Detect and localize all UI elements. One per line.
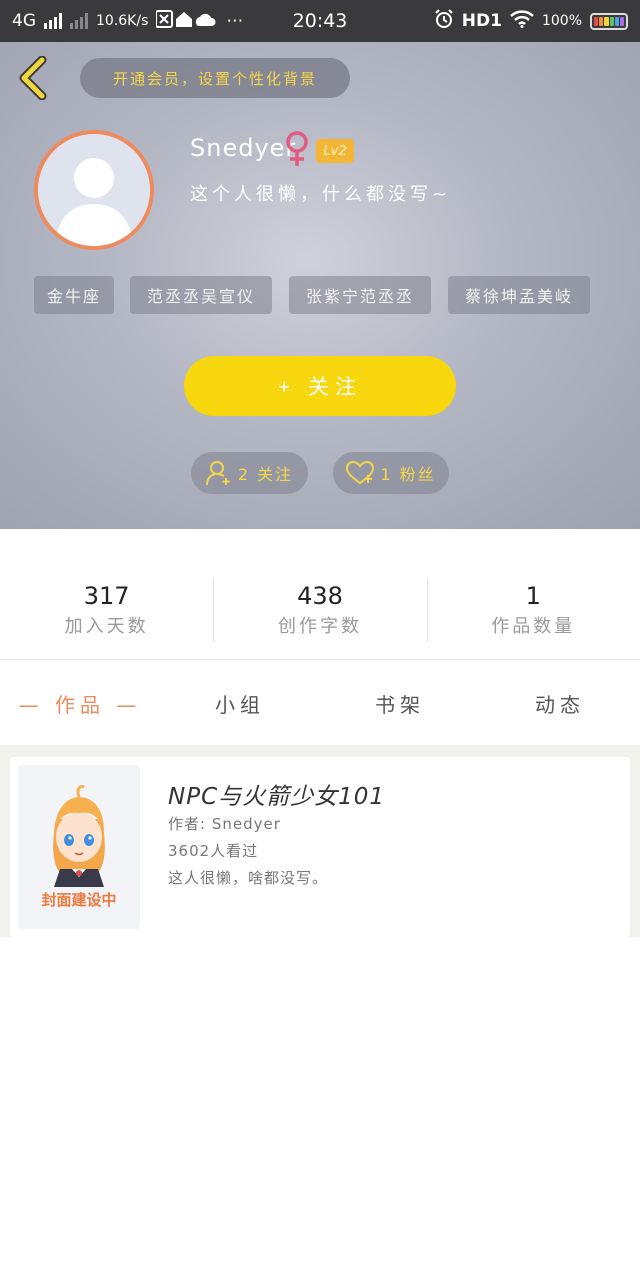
default-avatar-icon [38,134,150,246]
heart-icon [346,461,375,485]
stat-join-days: 317 加入天数 [0,560,213,659]
follow-button[interactable]: + 关注 [184,356,456,416]
chevron-left-icon [19,55,47,101]
avatar[interactable] [34,130,154,250]
works-list: 封面建设中 NPC与火箭少女101 作者: Snedyer 3602人看过 这人… [0,745,640,1280]
stat-works-count: 1 作品数量 [426,560,640,659]
cover-placeholder-illustration [53,785,105,887]
book-description: 这人很懒，啥都没写。 [168,869,329,887]
stat-value: 1 [525,582,541,610]
vip-banner-button[interactable]: 开通会员，设置个性化背景 [80,58,350,98]
battery-icon [590,12,628,30]
signal-icon [44,13,62,29]
stat-label: 创作字数 [277,616,362,637]
tag-chip[interactable]: 范丞丞吴宣仪 [130,276,272,314]
book-cover: 封面建设中 [18,765,140,929]
profile-tabs: — 作品 — 小组 书架 动态 [0,661,640,745]
stat-label: 加入天数 [64,616,149,637]
network-speed: 10.6K/s [96,13,149,29]
stats-row: 317 加入天数 438 创作字数 1 作品数量 [0,560,640,660]
status-bar: 4G 10.6K/s ⋯ 20:43 HD1 100% [0,0,640,42]
tag-chip[interactable]: 张紫宁范丞丞 [289,276,431,314]
wifi-icon [510,9,534,33]
book-author: 作者: Snedyer [168,815,281,833]
following-button[interactable]: 2 关注 [191,452,308,494]
stat-label: 作品数量 [491,616,576,637]
tab-bookshelf[interactable]: 书架 [320,689,480,718]
cover-placeholder-text: 封面建设中 [41,891,117,909]
tab-activity[interactable]: 动态 [480,689,640,718]
following-label: 2 关注 [237,465,294,484]
hd-indicator: HD1 [461,11,502,31]
back-button[interactable] [14,55,54,101]
female-icon [284,130,310,168]
tab-works[interactable]: — 作品 — [0,689,160,718]
profile-header: 开通会员，设置个性化背景 Snedyer Lv2 这个人很懒，什么都没写~ 金牛… [0,42,640,529]
followers-button[interactable]: 1 粉丝 [333,452,449,494]
notification-icons [155,9,218,33]
tag-chip[interactable]: 金牛座 [34,276,114,314]
user-add-icon [205,461,230,486]
network-type: 4G [12,11,36,31]
followers-label: 1 粉丝 [380,465,436,484]
work-card[interactable]: 封面建设中 NPC与火箭少女101 作者: Snedyer 3602人看过 这人… [10,757,630,937]
user-bio: 这个人很懒，什么都没写~ [190,184,452,205]
signal-icon-secondary [70,13,88,29]
book-views: 3602人看过 [168,842,259,860]
more-dots-icon: ⋯ [226,11,244,31]
alarm-icon [434,8,454,34]
tag-chip[interactable]: 蔡徐坤孟美岐 [448,276,590,314]
stat-value: 438 [297,582,343,610]
username: Snedyer [190,134,297,162]
stat-word-count: 438 创作字数 [213,560,426,659]
level-badge: Lv2 [316,139,354,163]
stat-value: 317 [83,582,130,610]
battery-percent: 100% [541,13,582,29]
tab-groups[interactable]: 小组 [160,689,320,718]
book-title[interactable]: NPC与火箭少女101 [168,777,385,811]
